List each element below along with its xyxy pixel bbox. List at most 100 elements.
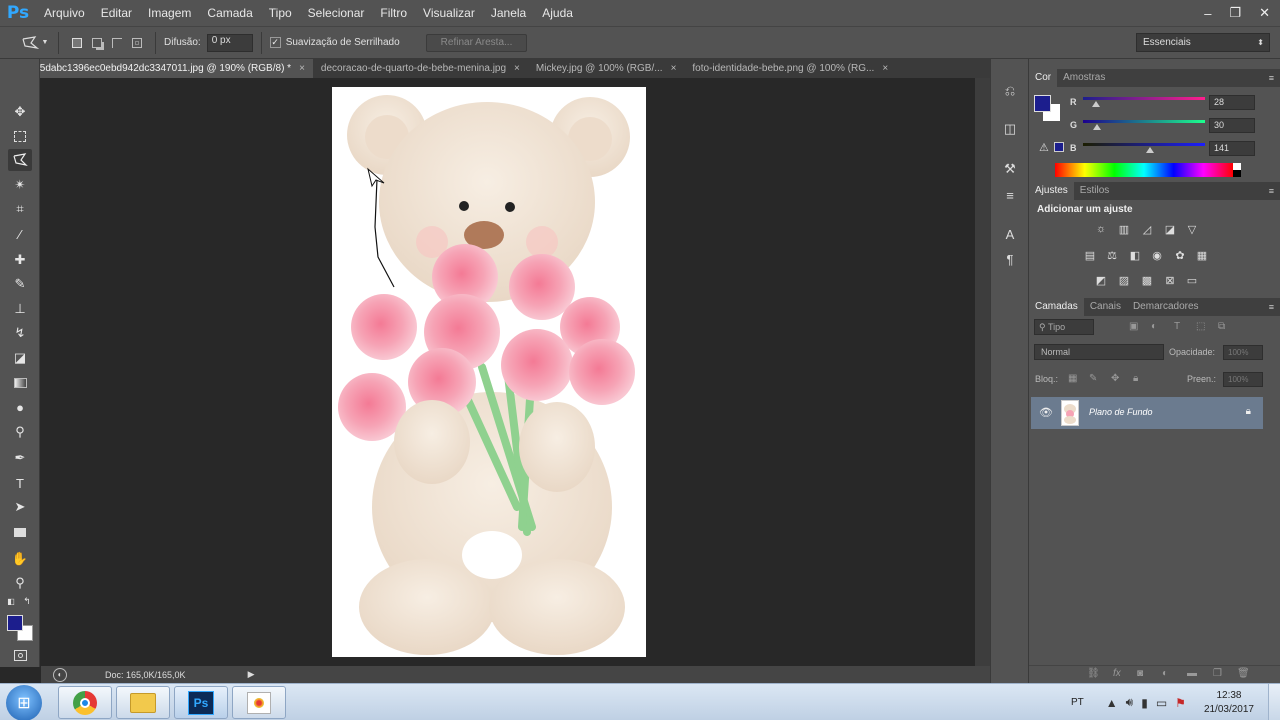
power-icon[interactable]: ▭ xyxy=(1156,696,1167,710)
brightness-contrast-icon[interactable]: ☼ xyxy=(1093,221,1109,237)
swap-colors-icon[interactable]: ↰ xyxy=(20,595,34,607)
eraser-icon[interactable]: ◪ xyxy=(8,347,32,369)
color-panel-foreground-swatch[interactable] xyxy=(1034,95,1051,112)
color-lookup-icon[interactable]: ▦ xyxy=(1194,247,1210,263)
zoom-icon[interactable]: ⚲ xyxy=(8,572,32,594)
move-icon[interactable]: ✥ xyxy=(8,101,32,123)
channel-mixer-icon[interactable]: ✿ xyxy=(1172,247,1188,263)
workspace-select[interactable]: Essenciais ⬍ xyxy=(1136,33,1270,52)
paragraph-icon[interactable]: ¶ xyxy=(999,249,1021,269)
restore-button[interactable]: ❐ xyxy=(1229,5,1241,21)
menu-visualizar[interactable]: Visualizar xyxy=(415,0,483,26)
panel-menu-icon[interactable]: ≡ xyxy=(1269,298,1274,316)
tool-presets-icon[interactable]: ⚒ xyxy=(999,159,1021,179)
filter-shape-icon[interactable]: ⬚ xyxy=(1196,321,1205,332)
channel-b-slider[interactable] xyxy=(1083,143,1205,146)
filter-pixel-icon[interactable]: ▣ xyxy=(1129,321,1138,332)
channel-b-value[interactable]: 141 xyxy=(1209,141,1255,156)
menu-editar[interactable]: Editar xyxy=(93,0,140,26)
path-selection-icon[interactable]: ➤ xyxy=(8,496,32,518)
filter-adjustment-icon[interactable]: ◐ xyxy=(1151,321,1157,332)
tab-cor[interactable]: Cor xyxy=(1029,69,1058,87)
threshold-icon[interactable]: ▩ xyxy=(1139,272,1155,288)
taskbar-paint-button[interactable] xyxy=(232,686,286,719)
channel-r-value[interactable]: 28 xyxy=(1209,95,1255,110)
channel-g-slider[interactable] xyxy=(1083,120,1205,123)
color-balance-icon[interactable]: ⚖ xyxy=(1104,247,1120,263)
eye-icon[interactable]: 👁︎ xyxy=(1039,406,1053,419)
tab-document-3[interactable]: Mickey.jpg @ 100% (RGB/... × xyxy=(528,59,685,78)
menu-tipo[interactable]: Tipo xyxy=(261,0,300,26)
show-hidden-icons-icon[interactable]: ▲ xyxy=(1106,696,1118,710)
start-button[interactable]: ⊞ xyxy=(6,685,42,720)
preset-dropdown-icon[interactable]: ▼ xyxy=(40,33,50,53)
channel-g-value[interactable]: 30 xyxy=(1209,118,1255,133)
foreground-color-swatch[interactable] xyxy=(7,615,23,631)
tab-document-1[interactable]: 7b65e5dabc1396ec0ebd942dc3347011.jpg @ 1… xyxy=(4,59,313,78)
panel-menu-icon[interactable]: ≡ xyxy=(1269,69,1274,87)
language-indicator[interactable]: PT xyxy=(1071,697,1084,708)
polygonal-lasso-icon[interactable] xyxy=(8,149,32,171)
tab-demarcadores[interactable]: Demarcadores xyxy=(1127,298,1205,316)
menu-arquivo[interactable]: Arquivo xyxy=(36,0,93,26)
menu-imagem[interactable]: Imagem xyxy=(140,0,199,26)
new-adjustment-icon[interactable]: ◐ xyxy=(1162,668,1168,679)
tab-camadas[interactable]: Camadas xyxy=(1029,298,1084,316)
antialias-checkbox[interactable]: ✓ xyxy=(269,37,281,48)
refine-edge-button[interactable]: Refinar Aresta... xyxy=(425,33,528,52)
close-icon[interactable]: × xyxy=(299,59,305,78)
add-mask-icon[interactable]: ◙ xyxy=(1137,668,1143,679)
menu-ajuda[interactable]: Ajuda xyxy=(534,0,581,26)
close-icon[interactable]: × xyxy=(882,59,888,78)
new-selection-icon[interactable] xyxy=(67,33,87,53)
hue-saturation-icon[interactable]: ▤ xyxy=(1082,247,1098,263)
lock-transparent-icon[interactable]: ▦ xyxy=(1068,373,1077,384)
lock-pixels-icon[interactable]: ✎ xyxy=(1089,373,1097,384)
channel-r-slider[interactable] xyxy=(1083,97,1205,100)
close-icon[interactable]: × xyxy=(671,59,677,78)
close-icon[interactable]: × xyxy=(514,59,520,78)
spectrum-black-white[interactable] xyxy=(1233,163,1241,177)
link-layers-icon[interactable]: ⛓ xyxy=(1087,668,1100,679)
magic-wand-icon[interactable]: ✴ xyxy=(8,174,32,196)
rectangle-icon[interactable] xyxy=(8,521,32,543)
subtract-selection-icon[interactable] xyxy=(107,33,127,53)
layer-name[interactable]: Plano de Fundo xyxy=(1089,407,1153,417)
pen-icon[interactable]: ✒ xyxy=(8,447,32,469)
action-center-icon[interactable]: ⚑ xyxy=(1175,696,1186,710)
volume-icon[interactable]: 🔊︎ xyxy=(1126,695,1134,710)
new-layer-icon[interactable]: ❐ xyxy=(1213,668,1222,679)
default-colors-icon[interactable]: ◧ xyxy=(4,595,18,607)
crop-icon[interactable]: ⌗ xyxy=(8,198,32,220)
channel-b-thumb[interactable] xyxy=(1146,147,1155,153)
fill-input[interactable]: 100% xyxy=(1223,372,1263,387)
clock[interactable]: 12:38 21/03/2017 xyxy=(1204,689,1254,717)
add-selection-icon[interactable] xyxy=(87,33,107,53)
gradient-map-icon[interactable]: ▭ xyxy=(1184,272,1200,288)
menu-selecionar[interactable]: Selecionar xyxy=(300,0,373,26)
gradient-icon[interactable] xyxy=(8,372,32,394)
history-icon[interactable]: ⎌ xyxy=(999,81,1021,101)
type-icon[interactable]: T xyxy=(8,472,32,494)
trash-icon[interactable]: 🗑︎ xyxy=(1237,668,1250,679)
canvas-scrollbar[interactable] xyxy=(975,78,990,666)
intersect-selection-icon[interactable] xyxy=(127,33,147,53)
character-icon[interactable]: A xyxy=(999,224,1021,244)
lock-position-icon[interactable]: ✥ xyxy=(1111,373,1119,384)
websafe-color-icon[interactable] xyxy=(1054,142,1064,152)
filter-type-icon[interactable]: T xyxy=(1174,321,1180,332)
tab-canais[interactable]: Canais xyxy=(1084,298,1127,316)
canvas-area[interactable] xyxy=(41,78,975,666)
history-brush-icon[interactable]: ↯ xyxy=(8,322,32,344)
taskbar-chrome-button[interactable] xyxy=(58,686,112,719)
layer-row[interactable]: 👁︎ Plano de Fundo 🔒︎ xyxy=(1031,397,1263,429)
marquee-icon[interactable] xyxy=(8,125,32,147)
quick-mask-icon[interactable] xyxy=(8,644,32,666)
invert-icon[interactable]: ◩ xyxy=(1093,272,1109,288)
tab-ajustes[interactable]: Ajustes xyxy=(1029,182,1074,200)
posterize-icon[interactable]: ▨ xyxy=(1116,272,1132,288)
fx-icon[interactable]: fx xyxy=(1113,668,1121,679)
panel-menu-icon[interactable]: ≡ xyxy=(1269,182,1274,200)
taskbar-photoshop-button[interactable]: Ps xyxy=(174,686,228,719)
properties-icon[interactable]: ≡ xyxy=(999,185,1021,205)
